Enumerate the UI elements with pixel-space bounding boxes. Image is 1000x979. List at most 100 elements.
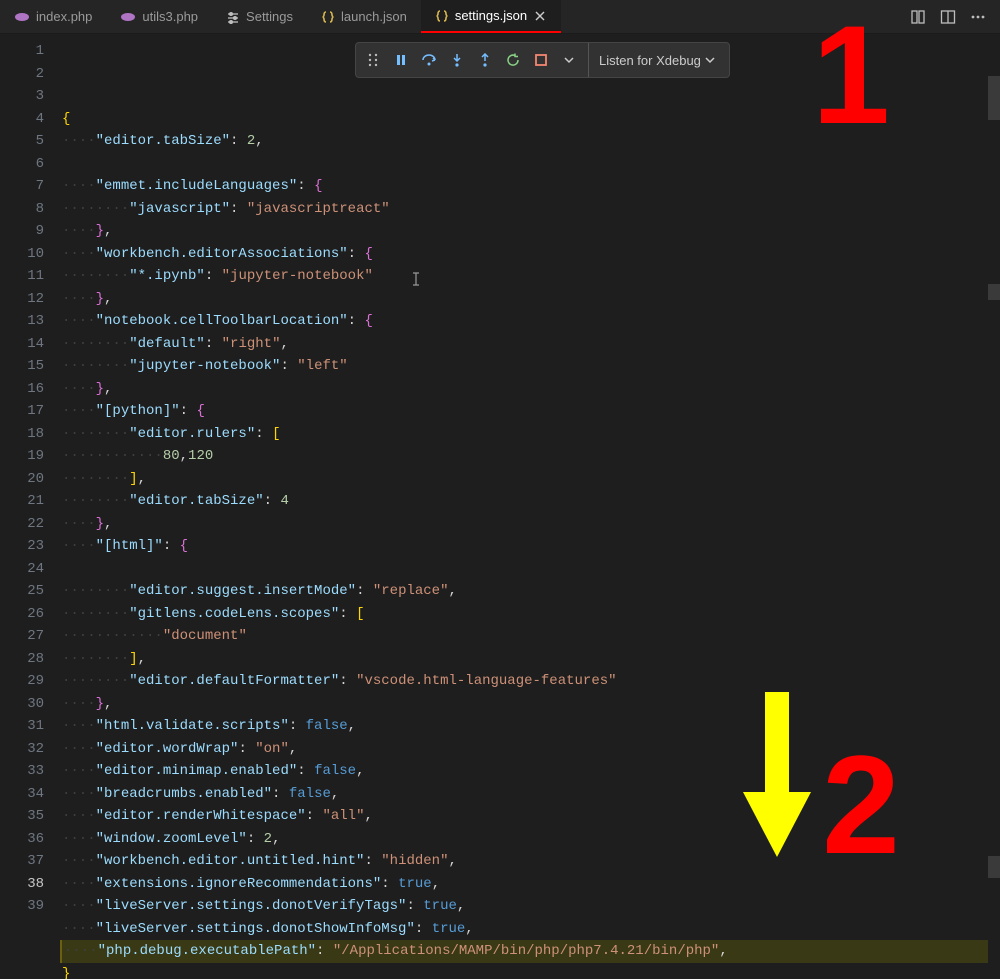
- json-icon: [435, 9, 449, 23]
- line-number: 34: [0, 783, 44, 806]
- code-line[interactable]: ········"default": "right",: [62, 333, 1000, 356]
- close-icon[interactable]: [533, 9, 547, 23]
- tab-label: utils3.php: [142, 9, 198, 24]
- code-line[interactable]: ········"editor.suggest.insertMode": "re…: [62, 580, 1000, 603]
- line-number: 17: [0, 400, 44, 423]
- code-line[interactable]: ····"[python]": {: [62, 400, 1000, 423]
- code-line[interactable]: }: [62, 963, 1000, 979]
- code-line[interactable]: ····"[html]": {: [62, 535, 1000, 558]
- line-number: 24: [0, 558, 44, 581]
- line-number: 39: [0, 895, 44, 918]
- text-cursor-icon: [362, 248, 363, 318]
- tab-settings[interactable]: Settings: [212, 0, 307, 33]
- more-icon[interactable]: [970, 9, 986, 25]
- split-editor-icon[interactable]: [940, 9, 956, 25]
- step-out-icon[interactable]: [474, 49, 496, 71]
- restart-icon[interactable]: [502, 49, 524, 71]
- code-line[interactable]: ····"editor.wordWrap": "on",: [62, 738, 1000, 761]
- annotation-1: 1: [812, 64, 890, 87]
- code-line[interactable]: ····"html.validate.scripts": false,: [62, 715, 1000, 738]
- code-line[interactable]: ····"breadcrumbs.enabled": false,: [62, 783, 1000, 806]
- debug-toolbar[interactable]: Listen for Xdebug: [355, 42, 730, 78]
- code-line[interactable]: ····"editor.renderWhitespace": "all",: [62, 805, 1000, 828]
- code-line[interactable]: ········"*.ipynb": "jupyter-notebook": [62, 265, 1000, 288]
- line-number: 11: [0, 265, 44, 288]
- line-number: 5: [0, 130, 44, 153]
- code-line[interactable]: ········"editor.defaultFormatter": "vsco…: [62, 670, 1000, 693]
- code-area[interactable]: {····"editor.tabSize": 2, ····"emmet.inc…: [62, 34, 1000, 979]
- line-number: 20: [0, 468, 44, 491]
- code-line[interactable]: ········],: [62, 468, 1000, 491]
- line-number: 38: [0, 873, 44, 896]
- code-line[interactable]: ····"workbench.editor.untitled.hint": "h…: [62, 850, 1000, 873]
- tab-bar: index.php utils3.php Settings launch.json se…: [0, 0, 1000, 34]
- line-number: 14: [0, 333, 44, 356]
- code-line[interactable]: ········"javascript": "javascriptreact": [62, 198, 1000, 221]
- line-number: 22: [0, 513, 44, 536]
- code-line[interactable]: ········"editor.tabSize": 4: [62, 490, 1000, 513]
- compare-icon[interactable]: [910, 9, 926, 25]
- code-line[interactable]: ····},: [62, 220, 1000, 243]
- line-number: 37: [0, 850, 44, 873]
- code-line[interactable]: ········],: [62, 648, 1000, 671]
- code-line[interactable]: [62, 153, 1000, 176]
- line-number: 18: [0, 423, 44, 446]
- line-number: 21: [0, 490, 44, 513]
- tabbar-actions: [910, 9, 1000, 25]
- line-number: 13: [0, 310, 44, 333]
- tab-launch-json[interactable]: launch.json: [307, 0, 421, 33]
- code-line[interactable]: {: [62, 108, 1000, 131]
- line-number: 35: [0, 805, 44, 828]
- line-number: 19: [0, 445, 44, 468]
- line-number: 9: [0, 220, 44, 243]
- stop-icon[interactable]: [530, 49, 552, 71]
- drag-handle-icon[interactable]: [362, 49, 384, 71]
- debug-config-label: Listen for Xdebug: [599, 53, 701, 68]
- line-number: 25: [0, 580, 44, 603]
- tab-label: index.php: [36, 9, 92, 24]
- code-line[interactable]: ············80,120: [62, 445, 1000, 468]
- tab-label: launch.json: [341, 9, 407, 24]
- code-line[interactable]: ····},: [62, 288, 1000, 311]
- line-number-gutter: 1234567891011121314151617181920212223242…: [0, 34, 62, 979]
- line-number: 27: [0, 625, 44, 648]
- scrollbar-mark: [988, 284, 1000, 300]
- line-number: 33: [0, 760, 44, 783]
- scrollbar-thumb[interactable]: [988, 76, 1000, 120]
- code-line[interactable]: ········"editor.rulers": [: [62, 423, 1000, 446]
- code-line[interactable]: ····"editor.minimap.enabled": false,: [62, 760, 1000, 783]
- scrollbar[interactable]: [988, 34, 1000, 979]
- line-number: 7: [0, 175, 44, 198]
- step-over-icon[interactable]: [418, 49, 440, 71]
- code-line[interactable]: ····"workbench.editorAssociations": {: [62, 243, 1000, 266]
- line-number: 23: [0, 535, 44, 558]
- code-line[interactable]: ····},: [62, 513, 1000, 536]
- editor[interactable]: 1234567891011121314151617181920212223242…: [0, 34, 1000, 979]
- tab-utils3-php[interactable]: utils3.php: [106, 0, 212, 33]
- pause-icon[interactable]: [390, 49, 412, 71]
- tab-settings-json[interactable]: settings.json: [421, 0, 561, 33]
- code-line[interactable]: ····"window.zoomLevel": 2,: [62, 828, 1000, 851]
- code-line[interactable]: ····"editor.tabSize": 2,: [62, 130, 1000, 153]
- code-line[interactable]: ····"notebook.cellToolbarLocation": {: [62, 310, 1000, 333]
- chevron-down-icon[interactable]: [558, 49, 580, 71]
- code-line[interactable]: ····},: [62, 378, 1000, 401]
- code-line[interactable]: ····"liveServer.settings.donotShowInfoMs…: [62, 918, 1000, 941]
- line-number: 10: [0, 243, 44, 266]
- code-line[interactable]: ········"jupyter-notebook": "left": [62, 355, 1000, 378]
- line-number: 15: [0, 355, 44, 378]
- tab-index-php[interactable]: index.php: [0, 0, 106, 33]
- code-line[interactable]: ····"emmet.includeLanguages": {: [62, 175, 1000, 198]
- code-line[interactable]: ············"document": [62, 625, 1000, 648]
- code-line[interactable]: ····"liveServer.settings.donotVerifyTags…: [62, 895, 1000, 918]
- code-line[interactable]: ····"extensions.ignoreRecommendations": …: [62, 873, 1000, 896]
- code-line[interactable]: ········"gitlens.codeLens.scopes": [: [62, 603, 1000, 626]
- code-line[interactable]: ····"php.debug.executablePath": "/Applic…: [60, 940, 1000, 963]
- settings-icon: [226, 10, 240, 24]
- debug-config-dropdown[interactable]: Listen for Xdebug: [588, 43, 723, 77]
- code-line[interactable]: [62, 558, 1000, 581]
- code-line[interactable]: ····},: [62, 693, 1000, 716]
- scrollbar-mark: [988, 856, 1000, 878]
- line-number: 29: [0, 670, 44, 693]
- step-into-icon[interactable]: [446, 49, 468, 71]
